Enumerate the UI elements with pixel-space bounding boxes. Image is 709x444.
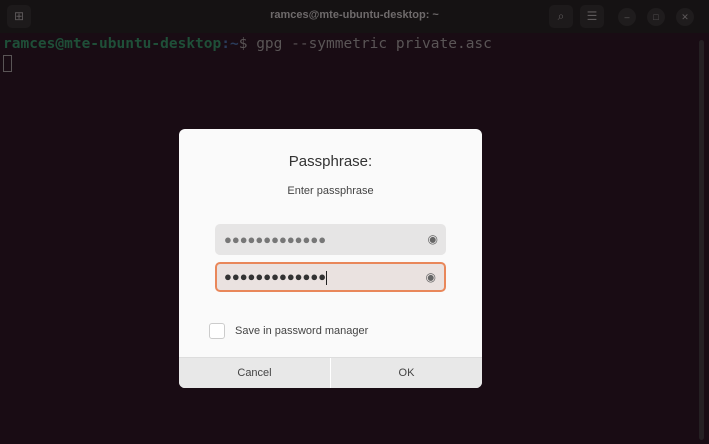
search-button[interactable]: ⌕ bbox=[549, 5, 573, 28]
save-password-label[interactable]: Save in password manager bbox=[235, 325, 368, 337]
maximize-button[interactable]: □ bbox=[647, 8, 665, 26]
terminal-cursor bbox=[3, 55, 12, 72]
menu-button[interactable]: ☰ bbox=[580, 5, 604, 28]
search-icon: ⌕ bbox=[557, 9, 565, 23]
command-text: gpg --symmetric private.asc bbox=[256, 36, 492, 52]
hamburger-icon: ☰ bbox=[586, 9, 598, 23]
confirm-passphrase-input[interactable]: ●●●●●●●●●●●●● ◉ bbox=[215, 262, 446, 292]
prompt-path: :~ bbox=[221, 36, 239, 52]
ok-button[interactable]: OK bbox=[330, 358, 482, 388]
title-bar: ⊞ ramces@mte-ubuntu-desktop: ~ ⌕ ☰ – □ ✕ bbox=[0, 0, 709, 33]
text-caret bbox=[326, 270, 328, 285]
passphrase-value: ●●●●●●●●●●●●● bbox=[224, 232, 327, 247]
passphrase-input[interactable]: ●●●●●●●●●●●●● ◉ bbox=[215, 224, 446, 255]
scrollbar[interactable] bbox=[699, 40, 704, 440]
show-password-icon[interactable]: ◉ bbox=[426, 264, 436, 290]
cancel-button[interactable]: Cancel bbox=[179, 358, 330, 388]
prompt-symbol: $ bbox=[238, 36, 257, 52]
show-password-icon[interactable]: ◉ bbox=[428, 224, 438, 255]
dialog-subtitle: Enter passphrase bbox=[287, 185, 374, 197]
passphrase-dialog: Passphrase: Enter passphrase ●●●●●●●●●●●… bbox=[179, 129, 482, 388]
dialog-title: Passphrase: bbox=[288, 153, 373, 170]
prompt-user-host: ramces@mte-ubuntu-desktop bbox=[3, 36, 222, 52]
terminal-line: ramces@mte-ubuntu-desktop:~$ gpg --symme… bbox=[3, 36, 492, 52]
confirm-value: ●●●●●●●●●●●●● bbox=[224, 269, 327, 284]
close-button[interactable]: ✕ bbox=[676, 8, 694, 26]
save-password-checkbox[interactable] bbox=[209, 323, 225, 339]
minimize-button[interactable]: – bbox=[618, 8, 636, 26]
dialog-buttons: Cancel OK bbox=[179, 357, 482, 388]
